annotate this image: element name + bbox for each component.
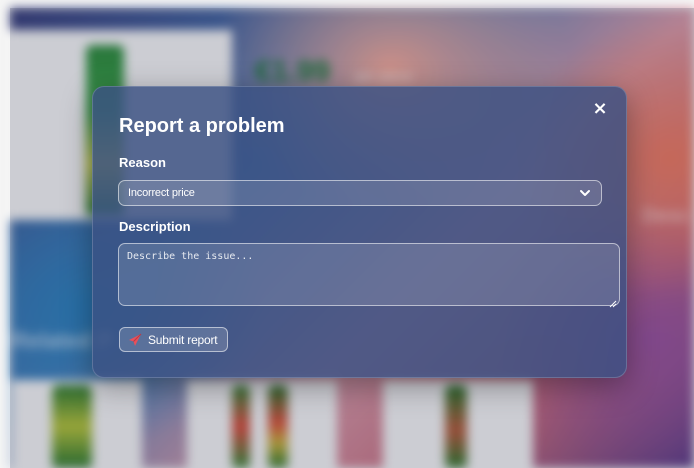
resize-handle-icon[interactable] [609,295,617,308]
reason-select[interactable]: Incorrect price [118,180,602,206]
report-problem-dialog: × Report a problem Reason Incorrect pric… [92,86,627,378]
reason-selected-value: Incorrect price [128,187,195,199]
chevron-down-icon [578,186,592,200]
description-textarea[interactable] [118,243,620,306]
page: €1.99 per piece Related P Desc × Report … [0,0,694,468]
submit-report-label: Submit report [148,332,218,347]
description-label: Description [119,219,191,234]
submit-report-button[interactable]: Submit report [119,327,229,352]
reason-label: Reason [119,155,166,170]
dialog-title: Report a problem [119,115,285,137]
send-icon [128,333,142,347]
close-button[interactable]: × [590,99,610,119]
